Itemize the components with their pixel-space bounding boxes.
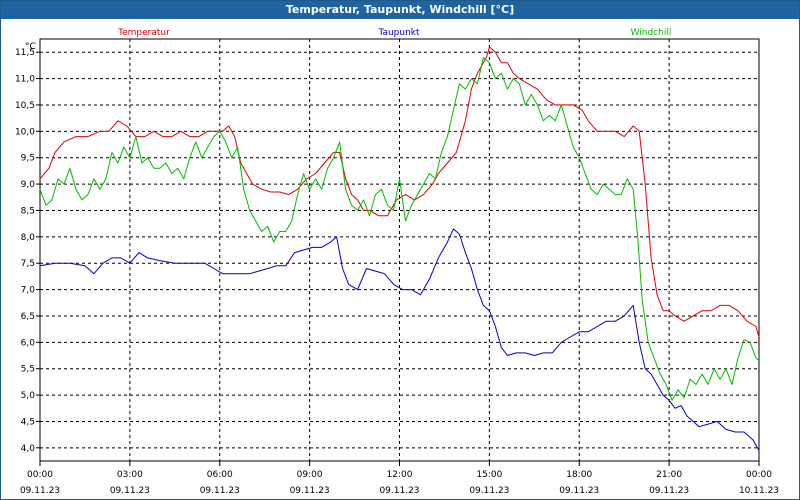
y-tick-label: 8,0	[21, 233, 36, 243]
x-tick-time: 06:00	[207, 470, 233, 480]
y-tick-label: 9,5	[21, 154, 35, 164]
line-chart: 4,0 4,5 5,0 5,5 6,0 6,5 7,0 7,5 8,0 8,5 9,0 9,5 10,0…	[15, 28, 779, 496]
y-tick-label: 4,5	[21, 417, 35, 427]
x-tick-date: 09.11.23	[200, 486, 240, 496]
chart-window: Temperatur, Taupunkt, Windchill [°C] 4,0…	[0, 0, 800, 500]
y-tick-label: 11,0	[15, 75, 35, 85]
x-tick-date: 09.11.23	[649, 486, 689, 496]
x-tick-date: 09.11.23	[379, 486, 419, 496]
grid	[40, 39, 759, 461]
y-tick-label: 6,5	[21, 312, 35, 322]
legend: Temperatur Taupunkt Windchill	[117, 28, 671, 38]
x-tick-date: 09.11.23	[20, 486, 60, 496]
y-tick-label: 9,0	[21, 180, 36, 190]
y-axis: 4,0 4,5 5,0 5,5 6,0 6,5 7,0 7,5 8,0 8,5 9,0 9,5 10,0…	[15, 48, 40, 454]
x-tick-time: 21:00	[656, 470, 682, 480]
x-tick-date: 09.11.23	[110, 486, 150, 496]
x-tick-date: 09.11.23	[469, 486, 509, 496]
x-axis: 00:00 09.11.23 03:00 09.11.23 06:00 09.11.23 0…	[20, 461, 779, 496]
y-tick-label: 4,0	[21, 444, 36, 454]
y-tick-label: 10,5	[15, 101, 35, 111]
x-tick-date: 09.11.23	[290, 486, 330, 496]
x-tick-date: 10.11.23	[739, 486, 779, 496]
y-tick-label: 7,5	[21, 259, 35, 269]
x-tick-time: 03:00	[117, 470, 143, 480]
x-tick-time: 00:00	[746, 470, 772, 480]
y-tick-label: 8,5	[21, 206, 35, 216]
x-tick-time: 18:00	[566, 470, 592, 480]
y-axis-label: °C	[25, 42, 36, 52]
x-tick-time: 15:00	[476, 470, 502, 480]
y-tick-label: 5,5	[21, 365, 35, 375]
x-tick-time: 00:00	[27, 470, 53, 480]
legend-item-temperatur: Temperatur	[117, 28, 170, 38]
y-tick-label: 7,0	[21, 286, 36, 296]
x-tick-date: 09.11.23	[559, 486, 599, 496]
legend-item-windchill: Windchill	[631, 28, 672, 38]
y-tick-label: 6,0	[21, 338, 36, 348]
series-line-windchill	[39, 57, 760, 401]
y-tick-label: 5,0	[21, 391, 36, 401]
x-tick-time: 12:00	[387, 470, 413, 480]
y-tick-label: 10,0	[15, 127, 35, 137]
x-tick-time: 09:00	[297, 470, 323, 480]
legend-item-taupunkt: Taupunkt	[377, 28, 420, 38]
